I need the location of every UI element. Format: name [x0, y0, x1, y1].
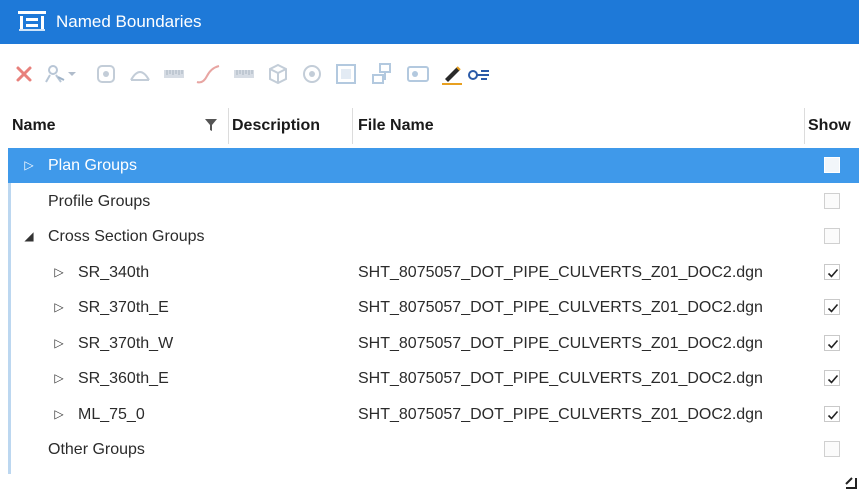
dropdown-arrow-icon[interactable] — [64, 60, 80, 88]
tree-row[interactable]: ▷ SR_370th_W SHT_8075057_DOT_PIPE_CULVERTS… — [8, 326, 859, 361]
boundaries-grid: Name Description File Name Show ▷ Plan Gr… — [8, 104, 859, 492]
row-label: SR_360th_E — [78, 370, 169, 387]
group-icon[interactable] — [368, 60, 396, 88]
tree-row[interactable]: ▷ Plan Groups — [8, 148, 859, 183]
expand-arrow-icon[interactable]: ▷ — [22, 148, 36, 183]
column-header-show[interactable]: Show — [808, 104, 851, 148]
arc-curve-icon[interactable] — [194, 60, 222, 88]
boundary-icon[interactable] — [92, 60, 120, 88]
row-label: SR_370th_E — [78, 299, 169, 316]
arc-icon[interactable] — [126, 60, 154, 88]
camera-settings-icon[interactable] — [298, 60, 326, 88]
tree-row[interactable]: ▷ SR_340th SHT_8075057_DOT_PIPE_CULVERTS_Z… — [8, 255, 859, 290]
delete-icon[interactable] — [10, 60, 38, 88]
title-bar: Named Boundaries — [0, 0, 859, 44]
tree-row[interactable]: Profile Groups — [8, 184, 859, 219]
show-checkbox[interactable] — [824, 192, 840, 209]
toolbar — [0, 44, 859, 104]
named-boundaries-icon — [18, 11, 46, 31]
check-icon — [827, 339, 839, 349]
show-checkbox[interactable] — [824, 263, 840, 280]
show-checkbox[interactable] — [824, 157, 840, 173]
resize-grip-icon[interactable] — [838, 470, 858, 490]
window-title: Named Boundaries — [56, 12, 202, 31]
collapse-arrow-icon[interactable]: ◢ — [22, 219, 36, 254]
row-label: Plan Groups — [48, 157, 137, 174]
row-label: SR_370th_W — [78, 334, 174, 352]
row-file-name: SHT_8075057_DOT_PIPE_CULVERTS_Z01_DOC2.d… — [358, 299, 763, 316]
pencil-draw-icon[interactable] — [438, 60, 466, 88]
expand-arrow-icon[interactable]: ▷ — [52, 397, 66, 432]
column-header-row: Name Description File Name Show — [8, 104, 859, 149]
tree-row[interactable]: ▷ SR_360th_E SHT_8075057_DOT_PIPE_CULVERTS… — [8, 361, 859, 396]
row-file-name: SHT_8075057_DOT_PIPE_CULVERTS_Z01_DOC2.d… — [358, 263, 763, 281]
column-separator[interactable] — [228, 108, 229, 144]
filter-icon[interactable] — [204, 118, 218, 132]
row-file-name: SHT_8075057_DOT_PIPE_CULVERTS_Z01_DOC2.d… — [358, 370, 763, 387]
row-label: SR_340th — [78, 263, 150, 281]
tree-row[interactable]: ▷ SR_370th_E SHT_8075057_DOT_PIPE_CULVERTS… — [8, 290, 859, 325]
row-label: Other Groups — [48, 441, 145, 458]
ruler-icon[interactable] — [160, 60, 188, 88]
column-header-file-name[interactable]: File Name — [358, 104, 434, 148]
row-label: Cross Section Groups — [48, 228, 205, 245]
key-list-icon[interactable] — [466, 60, 494, 88]
expand-arrow-icon[interactable]: ▷ — [52, 326, 66, 361]
column-header-description[interactable]: Description — [232, 104, 320, 148]
tree-row[interactable]: ◢ Cross Section Groups — [8, 219, 859, 254]
check-icon — [827, 303, 839, 313]
check-icon — [827, 268, 839, 278]
check-icon — [827, 374, 839, 384]
expand-arrow-icon[interactable]: ▷ — [52, 255, 66, 290]
expand-arrow-icon[interactable]: ▷ — [52, 361, 66, 396]
column-header-name[interactable]: Name — [12, 104, 56, 148]
show-checkbox[interactable] — [824, 441, 840, 457]
ruler2-icon[interactable] — [230, 60, 258, 88]
show-checkbox[interactable] — [824, 370, 840, 386]
column-separator[interactable] — [804, 108, 805, 144]
row-file-name: SHT_8075057_DOT_PIPE_CULVERTS_Z01_DOC2.d… — [358, 334, 763, 352]
fit-view-icon[interactable] — [332, 60, 360, 88]
row-label: Profile Groups — [48, 192, 151, 210]
show-checkbox[interactable] — [824, 405, 840, 422]
expand-arrow-icon[interactable]: ▷ — [52, 290, 66, 325]
cube-icon[interactable] — [264, 60, 292, 88]
image-icon[interactable] — [404, 60, 432, 88]
show-checkbox[interactable] — [824, 334, 840, 351]
row-file-name: SHT_8075057_DOT_PIPE_CULVERTS_Z01_DOC2.d… — [358, 405, 763, 423]
column-separator[interactable] — [352, 108, 353, 144]
show-checkbox[interactable] — [824, 299, 840, 315]
show-checkbox[interactable] — [824, 228, 840, 244]
tree-row[interactable]: ▷ ML_75_0 SHT_8075057_DOT_PIPE_CULVERTS_Z0… — [8, 397, 859, 432]
tree-row[interactable]: Other Groups — [8, 432, 859, 467]
row-label: ML_75_0 — [78, 405, 145, 423]
check-icon — [827, 410, 839, 420]
